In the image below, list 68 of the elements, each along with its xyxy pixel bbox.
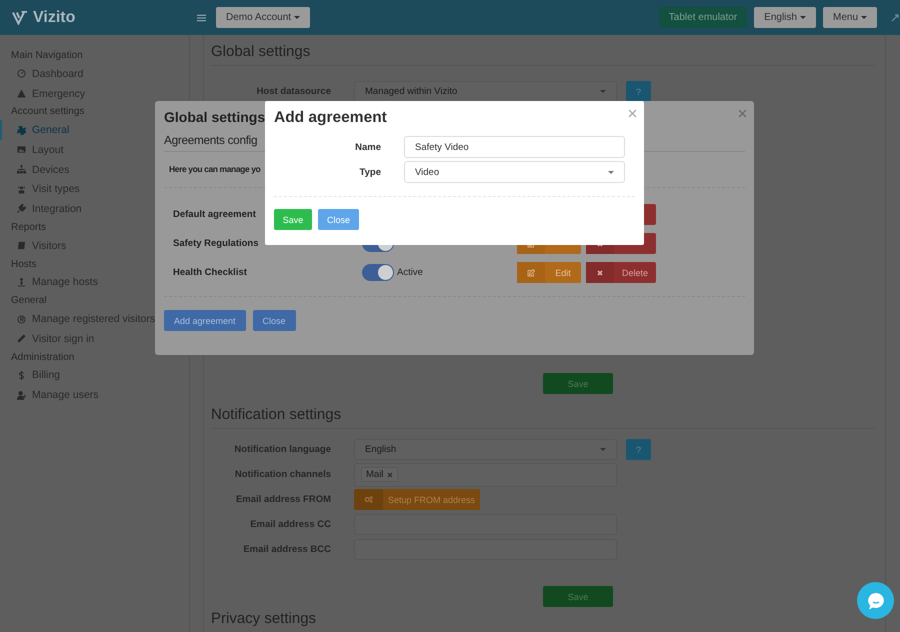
cross-icon <box>596 268 604 276</box>
expand-icon[interactable] <box>891 14 899 22</box>
field-label: Type <box>358 166 381 178</box>
close-button[interactable]: Close <box>252 310 296 331</box>
account-dropdown[interactable]: Demo Account <box>216 7 310 28</box>
save-button[interactable]: Save <box>543 373 613 394</box>
warning-icon <box>17 89 26 98</box>
logo-text: Vizito <box>33 8 76 26</box>
select-field[interactable]: English <box>354 439 617 460</box>
field-label: Email address FROM <box>234 494 331 505</box>
registered-icon <box>17 314 26 324</box>
setup-button[interactable]: Setup FROM address <box>354 489 480 510</box>
image-icon <box>17 145 26 154</box>
edit-icon <box>527 268 535 276</box>
help-button[interactable]: ? <box>626 81 651 102</box>
save-button[interactable]: Save <box>274 209 312 230</box>
select-field[interactable]: Managed within Vizito <box>354 81 617 102</box>
agreement-name: Safety Regulations <box>173 238 259 249</box>
name-input[interactable]: Safety Video <box>404 136 625 158</box>
users-icon <box>17 184 26 194</box>
tags-field[interactable]: Mail <box>354 462 617 486</box>
person-icon <box>17 278 26 287</box>
speech-bubble-icon <box>866 590 886 610</box>
save-button[interactable]: Save <box>543 586 613 607</box>
tag: Mail <box>361 467 398 482</box>
agreement-name: Health Checklist <box>173 267 247 278</box>
add-agreement-button[interactable]: Add agreement <box>164 310 246 331</box>
sitemap-icon <box>17 165 26 174</box>
dollar-icon <box>17 370 26 380</box>
close-icon[interactable] <box>738 109 747 118</box>
section-heading: Global settings <box>211 43 875 66</box>
sidebar-section-title: Administration <box>10 350 76 365</box>
dropdown-button[interactable]: English <box>754 7 816 28</box>
section-heading: Privacy settings <box>211 610 318 628</box>
sidebar-section-title: General <box>10 294 48 308</box>
edit-button[interactable]: Edit <box>517 262 581 283</box>
chat-button[interactable] <box>857 582 894 619</box>
sidebar-section-title: Reports <box>10 220 48 235</box>
tablet-emulator-button[interactable]: Tablet emulator <box>658 7 748 28</box>
gauge-icon <box>17 69 26 78</box>
user-plus-icon <box>17 390 26 400</box>
type-select[interactable]: Video <box>404 161 625 183</box>
field-label: Email address BCC <box>242 544 331 555</box>
field-label: Notification language <box>233 444 331 455</box>
dropdown-button[interactable]: Menu <box>822 7 877 28</box>
plug-icon <box>17 204 26 214</box>
field-label: Host datasource <box>256 86 331 97</box>
field-label: Name <box>354 142 381 152</box>
agreement-name: Default agreement <box>173 209 256 220</box>
field-label: Notification channels <box>234 469 331 480</box>
gear-icon <box>17 126 26 135</box>
close-button[interactable]: Close <box>318 209 359 230</box>
toggle-switch[interactable] <box>362 264 394 281</box>
sidebar-section-title: Main Navigation <box>10 49 84 63</box>
help-button[interactable]: ? <box>626 439 651 460</box>
field-label: Email address CC <box>249 519 331 530</box>
section-heading: Notification settings <box>211 406 875 429</box>
remove-icon[interactable] <box>387 472 394 478</box>
v-logo-icon <box>12 10 28 24</box>
book-icon <box>17 241 26 250</box>
dialog-title: Add agreement <box>274 109 387 127</box>
close-icon[interactable] <box>628 109 637 118</box>
delete-button[interactable]: Delete <box>586 262 656 283</box>
status-text: Active <box>397 267 423 278</box>
gears-icon <box>364 496 373 503</box>
pencil-icon <box>17 334 26 344</box>
intro-text: Here you can manage yo <box>169 164 260 174</box>
menu-icon[interactable] <box>197 14 206 22</box>
